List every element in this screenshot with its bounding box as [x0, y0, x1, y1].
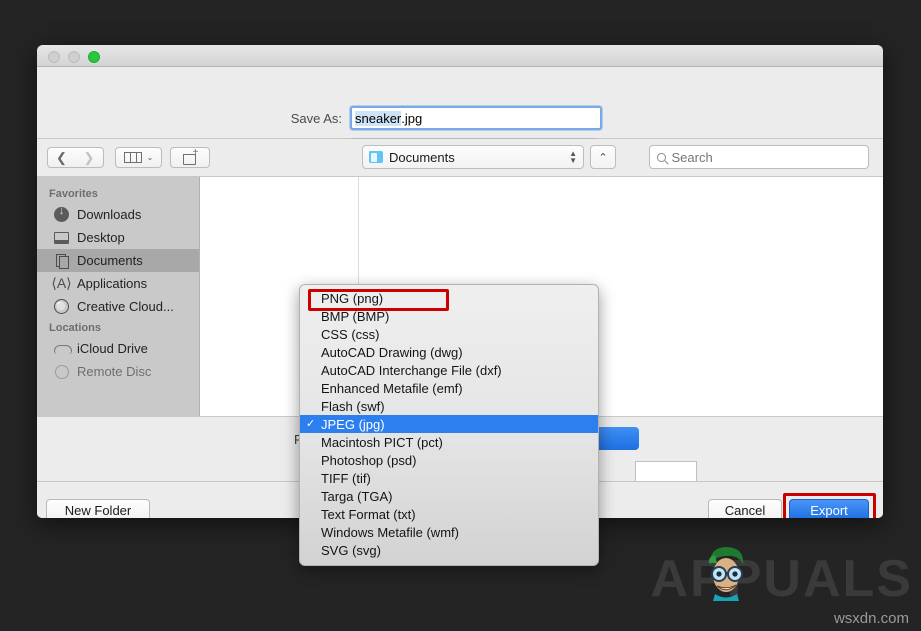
menu-item-swf[interactable]: Flash (swf): [300, 397, 598, 415]
menu-item-label: AutoCAD Interchange File (dxf): [321, 362, 502, 378]
search-input[interactable]: [671, 149, 861, 165]
menu-item-svg[interactable]: SVG (svg): [300, 541, 598, 559]
new-folder-toolbar-button[interactable]: [170, 147, 210, 168]
desktop-icon: [53, 230, 70, 245]
menu-item-tga[interactable]: Targa (TGA): [300, 487, 598, 505]
sidebar-item-label: Remote Disc: [77, 364, 152, 379]
column-view-icon: [123, 152, 142, 163]
go-up-button[interactable]: ⌃: [590, 145, 616, 169]
search-icon: [657, 152, 666, 162]
sidebar-item-label: Desktop: [77, 230, 125, 245]
menu-item-dwg[interactable]: AutoCAD Drawing (dwg): [300, 343, 598, 361]
folder-icon: [369, 151, 383, 163]
menu-item-label: Flash (swf): [321, 398, 385, 414]
menu-item-label: Photoshop (psd): [321, 452, 417, 468]
menu-item-tif[interactable]: TIFF (tif): [300, 469, 598, 487]
menu-item-label: SVG (svg): [321, 542, 381, 558]
new-folder-button[interactable]: New Folder: [46, 499, 150, 518]
sidebar-item-creative-cloud[interactable]: ⚪ Creative Cloud...: [37, 295, 199, 318]
menu-item-label: Windows Metafile (wmf): [321, 524, 459, 540]
menu-item-label: JPEG (jpg): [321, 416, 385, 432]
minimize-button[interactable]: [68, 51, 80, 63]
sidebar-item-applications[interactable]: ⟨A⟩ Applications: [37, 272, 199, 295]
back-button[interactable]: ❮: [47, 147, 76, 168]
applications-icon: ⟨A⟩: [51, 275, 72, 291]
menu-item-label: CSS (css): [321, 326, 380, 342]
sidebar-item-documents[interactable]: Documents: [37, 249, 199, 272]
checkmark-icon: ✓: [306, 418, 316, 430]
caret-up-icon: ⌃: [598, 151, 608, 164]
location-popup-button[interactable]: Documents ▲ ▼: [362, 145, 584, 169]
menu-item-pct[interactable]: Macintosh PICT (pct): [300, 433, 598, 451]
sidebar-group-locations-title: Locations: [49, 322, 101, 334]
search-field[interactable]: [649, 145, 869, 169]
menu-item-bmp[interactable]: BMP (BMP): [300, 307, 598, 325]
sidebar-item-icloud-drive[interactable]: iCloud Drive: [37, 337, 199, 360]
sidebar-group-favorites-title: Favorites: [49, 188, 98, 200]
sidebar-item-downloads[interactable]: Downloads: [37, 203, 199, 226]
sidebar: Favorites Downloads Desktop Documents ⟨A…: [37, 177, 200, 416]
disc-icon: [53, 364, 70, 379]
cancel-button[interactable]: Cancel: [708, 499, 782, 518]
menu-item-emf[interactable]: Enhanced Metafile (emf): [300, 379, 598, 397]
sidebar-item-label: Documents: [77, 253, 143, 268]
menu-item-label: PNG (png): [321, 290, 384, 306]
menu-item-txt[interactable]: Text Format (txt): [300, 505, 598, 523]
documents-icon: [53, 253, 70, 269]
filename-extension-text: .jpg: [401, 110, 423, 126]
save-as-header: Save As: sneaker.jpg Tags:: [37, 67, 883, 159]
chevron-down-icon: ⌄: [146, 153, 154, 162]
export-button[interactable]: Export: [789, 499, 869, 518]
menu-item-css[interactable]: CSS (css): [300, 325, 598, 343]
menu-item-label: BMP (BMP): [321, 308, 390, 324]
quality-input[interactable]: [635, 461, 697, 483]
menu-item-wmf[interactable]: Windows Metafile (wmf): [300, 523, 598, 541]
appuals-mascot-icon: [708, 547, 744, 601]
sidebar-item-label: Applications: [77, 276, 148, 291]
menu-item-label: TIFF (tif): [321, 470, 371, 486]
sidebar-item-label: Creative Cloud...: [77, 299, 174, 314]
updown-chevrons-icon: ▲ ▼: [569, 149, 577, 165]
menu-item-png[interactable]: PNG (png): [300, 289, 598, 307]
cloud-icon: [53, 341, 72, 356]
folder-plus-icon: [182, 148, 198, 165]
sidebar-item-remote-disc[interactable]: Remote Disc: [37, 360, 199, 383]
view-mode-button[interactable]: ⌄: [115, 147, 162, 168]
save-as-row: Save As: sneaker .jpg: [270, 106, 602, 130]
appuals-watermark: APPUALS: [650, 550, 913, 608]
sidebar-item-label: Downloads: [77, 207, 142, 222]
menu-item-label: Macintosh PICT (pct): [321, 434, 443, 450]
menu-item-dxf[interactable]: AutoCAD Interchange File (dxf): [300, 361, 598, 379]
download-circle-icon: [53, 205, 70, 222]
menu-item-label: Text Format (txt): [321, 506, 416, 522]
location-label: Documents: [389, 149, 455, 165]
chevron-left-icon: ❮: [56, 150, 67, 165]
sidebar-item-label: iCloud Drive: [77, 341, 148, 356]
navigation-toolbar: ❮ ❯ ⌄ Documents ▲▼ ⌃: [37, 139, 883, 177]
wsxdn-watermark: wsxdn.com: [833, 610, 909, 627]
sidebar-item-desktop[interactable]: Desktop: [37, 226, 199, 249]
zoom-button[interactable]: [88, 51, 100, 63]
creative-cloud-icon: ⚪: [53, 299, 70, 314]
title-bar: [37, 45, 883, 67]
filename-selected-text: sneaker: [355, 110, 402, 126]
format-dropdown-menu: PNG (png) BMP (BMP) CSS (css) AutoCAD Dr…: [299, 284, 599, 566]
chevron-right-icon: ❯: [83, 150, 95, 165]
filename-input[interactable]: sneaker .jpg: [350, 106, 602, 130]
menu-item-label: AutoCAD Drawing (dwg): [321, 344, 463, 360]
save-as-label: Save As:: [290, 110, 342, 126]
close-button[interactable]: [48, 51, 60, 63]
forward-button[interactable]: ❯: [75, 147, 104, 168]
menu-item-label: Enhanced Metafile (emf): [321, 380, 463, 396]
menu-item-psd[interactable]: Photoshop (psd): [300, 451, 598, 469]
menu-item-label: Targa (TGA): [321, 488, 393, 504]
menu-item-jpeg[interactable]: ✓ JPEG (jpg): [300, 415, 598, 433]
